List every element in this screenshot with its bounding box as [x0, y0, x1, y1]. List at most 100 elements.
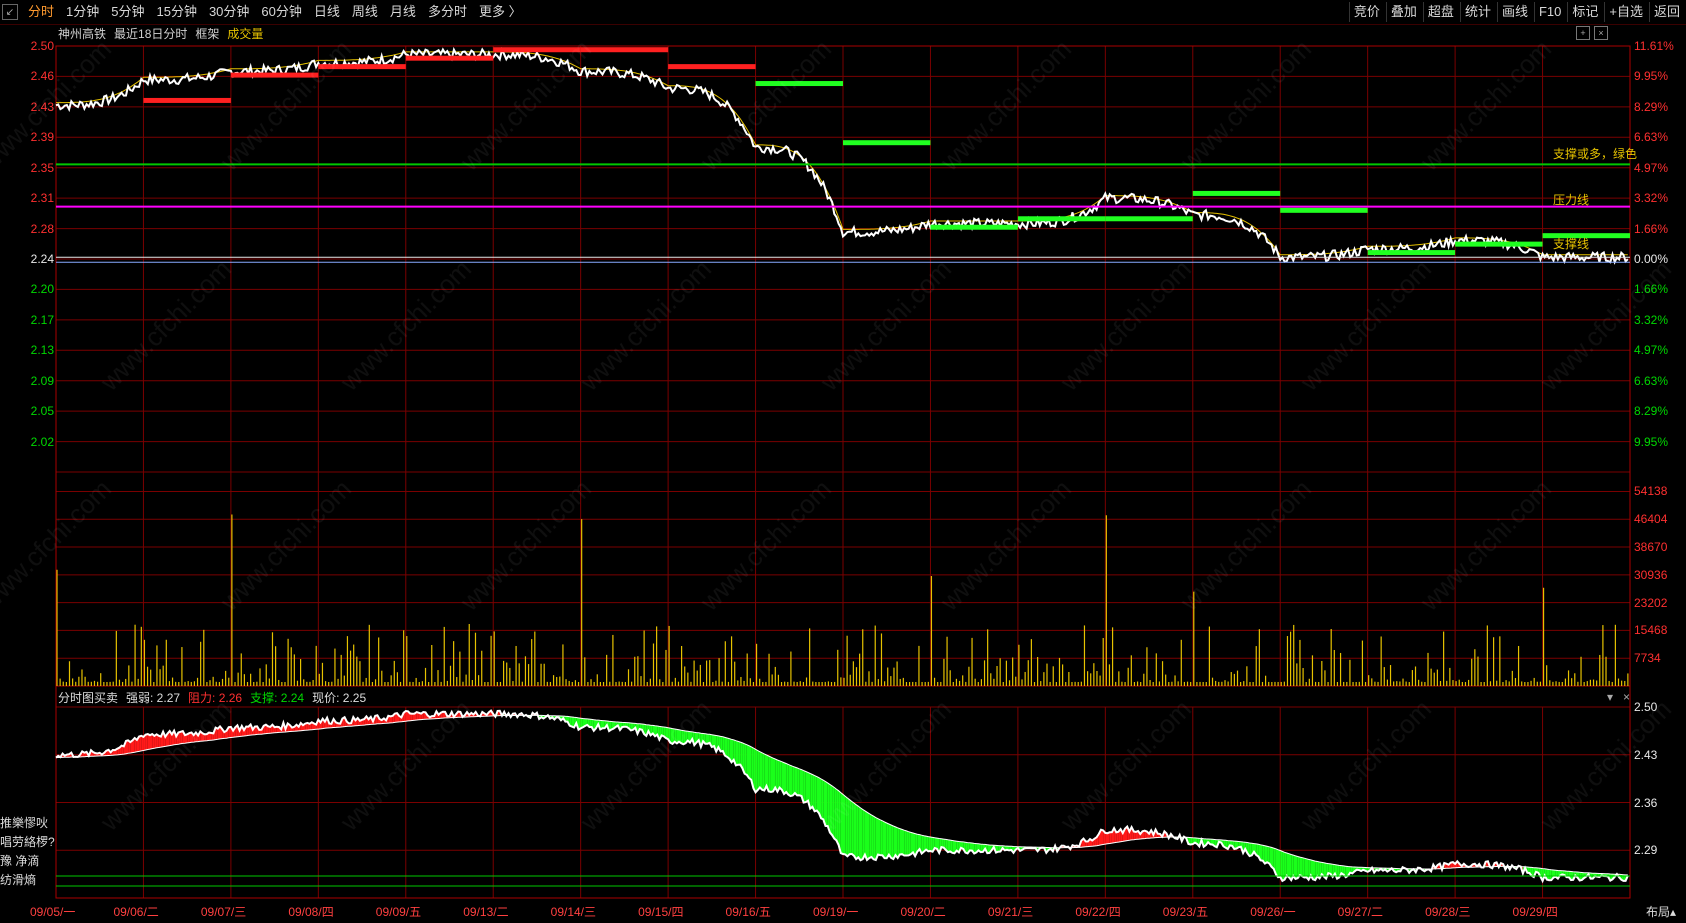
indicator-fill: [1109, 832, 1112, 844]
indicator-fill: [836, 789, 839, 845]
daily-level-bar: [143, 97, 231, 103]
indicator-fill: [779, 760, 782, 790]
indicator-fill: [899, 828, 902, 855]
volume-axis-label: 54138: [1634, 484, 1668, 499]
pressure-line-label: 压力线: [1553, 193, 1590, 207]
date-label: 09/28/三: [1425, 905, 1471, 919]
price-axis-label: 2.09: [30, 373, 54, 388]
indicator-fill: [888, 824, 892, 858]
dropdown-icon[interactable]: ▾: [1607, 690, 1613, 704]
indicator-fill: [928, 836, 931, 852]
indicator-fill: [947, 839, 951, 853]
pct-axis-label: 6.63%: [1634, 130, 1669, 145]
indicator-fill: [860, 807, 863, 861]
daily-level-bar: [580, 47, 669, 53]
daily-level-bar: [755, 81, 843, 87]
indicator-fill: [878, 818, 881, 856]
indicator-fill: [803, 770, 806, 803]
support-line-label: 支撑线: [1553, 237, 1590, 251]
price-axis-label: 2.46: [30, 69, 54, 84]
indicator-fill: [705, 733, 708, 744]
date-label: 09/15/四: [638, 905, 684, 919]
indicator-fill: [862, 809, 865, 860]
volume-axis-label: 30936: [1634, 567, 1668, 582]
indicator-fill: [1278, 849, 1281, 878]
indicator-name[interactable]: 分时图买卖: [58, 690, 118, 706]
daily-level-bar: [318, 64, 406, 70]
indicator-fill: [797, 767, 800, 796]
indicator-fill: [871, 814, 874, 860]
volume-axis-label: 38670: [1634, 540, 1668, 555]
daily-level-bar: [1017, 216, 1106, 222]
daily-level-bar: [230, 72, 319, 78]
indicator-fill: [1105, 832, 1108, 845]
indicator-fill: [762, 752, 765, 791]
price-axis-label: 2.20: [30, 282, 54, 297]
date-label: 09/19/一: [813, 905, 859, 919]
price-axis-label: 2.43: [30, 99, 54, 114]
indicator-fill: [873, 816, 876, 860]
indicator-fill: [755, 749, 758, 793]
indicator-fill: [139, 735, 142, 752]
indicator-fill: [952, 840, 955, 854]
indicator-fill: [746, 744, 749, 779]
date-label: 09/09/五: [375, 905, 422, 919]
pct-axis-label: 3.32%: [1634, 191, 1669, 206]
indicator-resistance: 阻力: 2.26: [188, 691, 243, 705]
indicator-fill: [897, 827, 900, 858]
indicator-fill: [246, 726, 249, 736]
daily-level-bar: [930, 224, 1018, 230]
chart-canvas[interactable]: [0, 0, 1686, 923]
indicator-fill: [145, 734, 148, 750]
indicator-fill: [681, 730, 684, 745]
pct-axis-label: 9.95%: [1634, 69, 1669, 84]
indicator-fill: [744, 743, 747, 775]
indicator-fill: [829, 784, 833, 836]
indicator-fill: [1295, 855, 1298, 879]
close-icon[interactable]: ×: [1623, 690, 1630, 704]
volume-axis-label: 15468: [1634, 623, 1668, 638]
indicator-axis-label: 2.43: [1634, 747, 1658, 762]
indicator-fill: [908, 831, 911, 856]
price-axis-label: 2.50: [30, 39, 54, 53]
daily-level-bar: [668, 64, 756, 70]
indicator-fill: [858, 806, 861, 861]
date-label: 09/08/四: [288, 905, 334, 919]
price-axis-label: 2.24: [30, 252, 54, 266]
support-multi-label: 支撑或多，绿色: [1553, 147, 1638, 161]
pct-axis-label: 8.29%: [1634, 99, 1669, 114]
indicator-fill: [825, 781, 828, 827]
indicator-fill: [884, 821, 887, 859]
indicator-fill: [886, 823, 889, 859]
indicator-fill: [794, 767, 798, 796]
layout-button[interactable]: 布局▴: [1646, 903, 1676, 920]
indicator-fill: [849, 799, 852, 855]
pct-axis-label: 1.66%: [1634, 221, 1669, 236]
indicator-axis-label: 2.50: [1634, 700, 1658, 714]
indicator-fill: [141, 735, 144, 751]
indicator-fill: [851, 801, 854, 856]
indicator-fill: [853, 803, 857, 860]
indicator-fill: [814, 775, 817, 812]
indicator-axis-label: 2.29: [1634, 843, 1658, 858]
indicator-fill: [810, 773, 813, 809]
date-label: 09/26/一: [1250, 905, 1296, 919]
indicator-controls: ▾ ×: [1607, 690, 1630, 704]
date-label: 09/23/五: [1162, 905, 1209, 919]
indicator-fill: [827, 782, 830, 833]
daily-level-bar: [405, 55, 494, 61]
indicator-fill: [405, 711, 408, 722]
pct-axis-label: 8.29%: [1634, 404, 1669, 419]
indicator-fill: [1264, 845, 1268, 864]
volume-axis-label: 7734: [1634, 651, 1661, 666]
indicator-fill: [788, 764, 791, 797]
price-axis-label: 2.35: [30, 160, 54, 175]
price-axis-label: 2.39: [30, 130, 54, 145]
price-axis-label: 2.02: [30, 434, 54, 449]
pct-axis-label: 1.66%: [1634, 282, 1669, 297]
date-label: 09/13/二: [463, 905, 509, 919]
indicator-fill: [904, 830, 907, 856]
indicator-fill: [843, 794, 846, 855]
indicator-fill: [770, 757, 773, 792]
indicator-fill: [834, 787, 837, 841]
